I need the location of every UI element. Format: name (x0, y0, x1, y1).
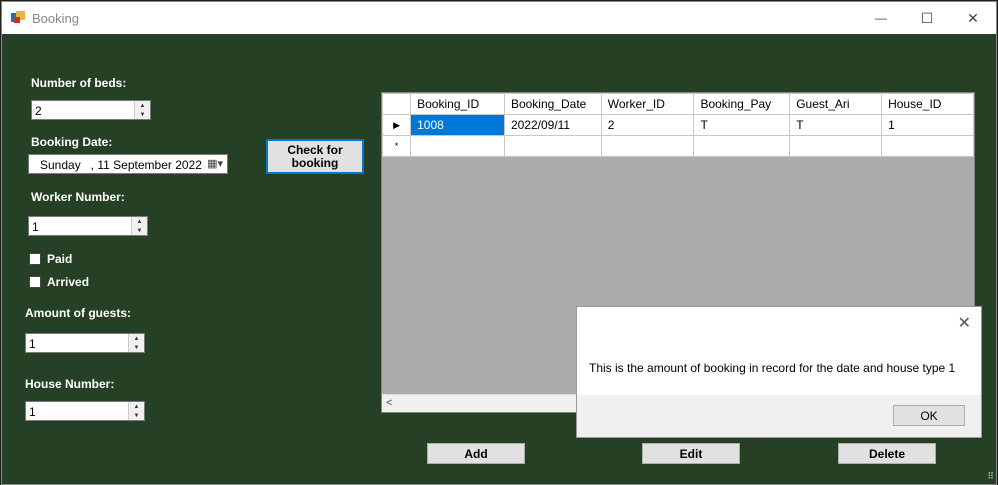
date-label: Booking Date: (31, 135, 113, 149)
table-cell[interactable] (693, 135, 791, 157)
calendar-dropdown-icon[interactable]: ▦▾ (207, 157, 223, 170)
window-title: Booking (32, 11, 79, 26)
table-cell[interactable]: T (693, 114, 791, 136)
corner-header (382, 93, 412, 115)
column-header[interactable]: Booking_Date (503, 93, 602, 115)
stepper-down-icon[interactable]: ▼ (129, 411, 144, 420)
worker-value: 1 (32, 220, 39, 234)
table-cell[interactable]: T (789, 114, 883, 136)
table-cell[interactable] (881, 135, 974, 157)
worker-label: Worker Number: (31, 190, 125, 204)
guests-value: 1 (29, 337, 36, 351)
maximize-icon: ☐ (920, 9, 934, 26)
beds-stepper[interactable]: 2 ▲ ▼ (31, 100, 151, 120)
stepper-up-icon[interactable]: ▲ (129, 402, 144, 411)
add-button[interactable]: Add (427, 443, 525, 464)
arrived-checkbox[interactable] (29, 276, 41, 288)
dialog-close-icon[interactable]: ✕ (958, 313, 971, 333)
paid-label: Paid (47, 252, 73, 266)
arrived-label: Arrived (47, 275, 90, 289)
paid-checkbox[interactable] (29, 253, 41, 265)
stepper-up-icon[interactable]: ▲ (129, 334, 144, 343)
house-value: 1 (29, 405, 36, 419)
house-label: House Number: (25, 377, 115, 391)
check-booking-button[interactable]: Check for booking (266, 139, 364, 174)
message-dialog: ✕ This is the amount of booking in recor… (576, 306, 982, 438)
stepper-down-icon[interactable]: ▼ (132, 226, 147, 235)
current-row-icon[interactable]: ▶ (382, 114, 412, 136)
column-header[interactable]: House_ID (881, 93, 974, 115)
table-cell[interactable]: 2 (600, 114, 695, 136)
column-header[interactable]: Guest_Ari (789, 93, 883, 115)
ok-button[interactable]: OK (893, 405, 965, 426)
stepper-up-icon[interactable]: ▲ (132, 217, 147, 226)
date-value: Sunday , 11 September 2022 (40, 158, 202, 172)
table-cell[interactable] (789, 135, 883, 157)
stepper-down-icon[interactable]: ▼ (129, 343, 144, 352)
scroll-left-icon[interactable]: < (386, 397, 392, 409)
maximize-button[interactable]: ☐ (904, 2, 950, 34)
app-icon (11, 11, 25, 23)
column-header[interactable]: Booking_Pay (693, 93, 791, 115)
table-cell[interactable] (410, 135, 505, 157)
table-cell[interactable]: 2022/09/11 (503, 114, 602, 136)
close-icon: ✕ (967, 9, 979, 26)
column-header[interactable]: Worker_ID (600, 93, 695, 115)
title-bar: Booking — ☐ ✕ (2, 2, 996, 34)
house-stepper[interactable]: 1 ▲ ▼ (25, 401, 145, 421)
table-cell[interactable]: 1 (881, 114, 974, 136)
table-row[interactable]: ▶ 1008 2022/09/11 2 T T 1 (382, 114, 974, 136)
minimize-button[interactable]: — (858, 2, 904, 34)
beds-value: 2 (35, 104, 42, 118)
stepper-down-icon[interactable]: ▼ (135, 110, 150, 119)
beds-label: Number of beds: (31, 76, 127, 90)
new-row[interactable]: * (382, 135, 974, 157)
delete-button[interactable]: Delete (838, 443, 936, 464)
edit-button[interactable]: Edit (642, 443, 740, 464)
table-cell[interactable] (503, 135, 602, 157)
header-row: Booking_ID Booking_Date Worker_ID Bookin… (382, 93, 974, 115)
bookings-table: Booking_ID Booking_Date Worker_ID Bookin… (382, 93, 974, 157)
booking-date-picker[interactable]: Sunday , 11 September 2022 ▦▾ (28, 154, 228, 174)
table-cell[interactable]: 1008 (410, 114, 505, 136)
guests-label: Amount of guests: (25, 306, 131, 320)
close-button[interactable]: ✕ (950, 2, 996, 34)
new-row-icon[interactable]: * (382, 135, 412, 157)
worker-stepper[interactable]: 1 ▲ ▼ (28, 216, 148, 236)
dialog-footer: OK (577, 395, 981, 437)
table-cell[interactable] (600, 135, 695, 157)
column-header[interactable]: Booking_ID (410, 93, 505, 115)
dialog-message: This is the amount of booking in record … (589, 361, 956, 375)
guests-stepper[interactable]: 1 ▲ ▼ (25, 333, 145, 353)
stepper-up-icon[interactable]: ▲ (135, 101, 150, 110)
minimize-icon: — (875, 11, 887, 25)
resize-grip-icon[interactable]: ⠿ (987, 471, 994, 482)
